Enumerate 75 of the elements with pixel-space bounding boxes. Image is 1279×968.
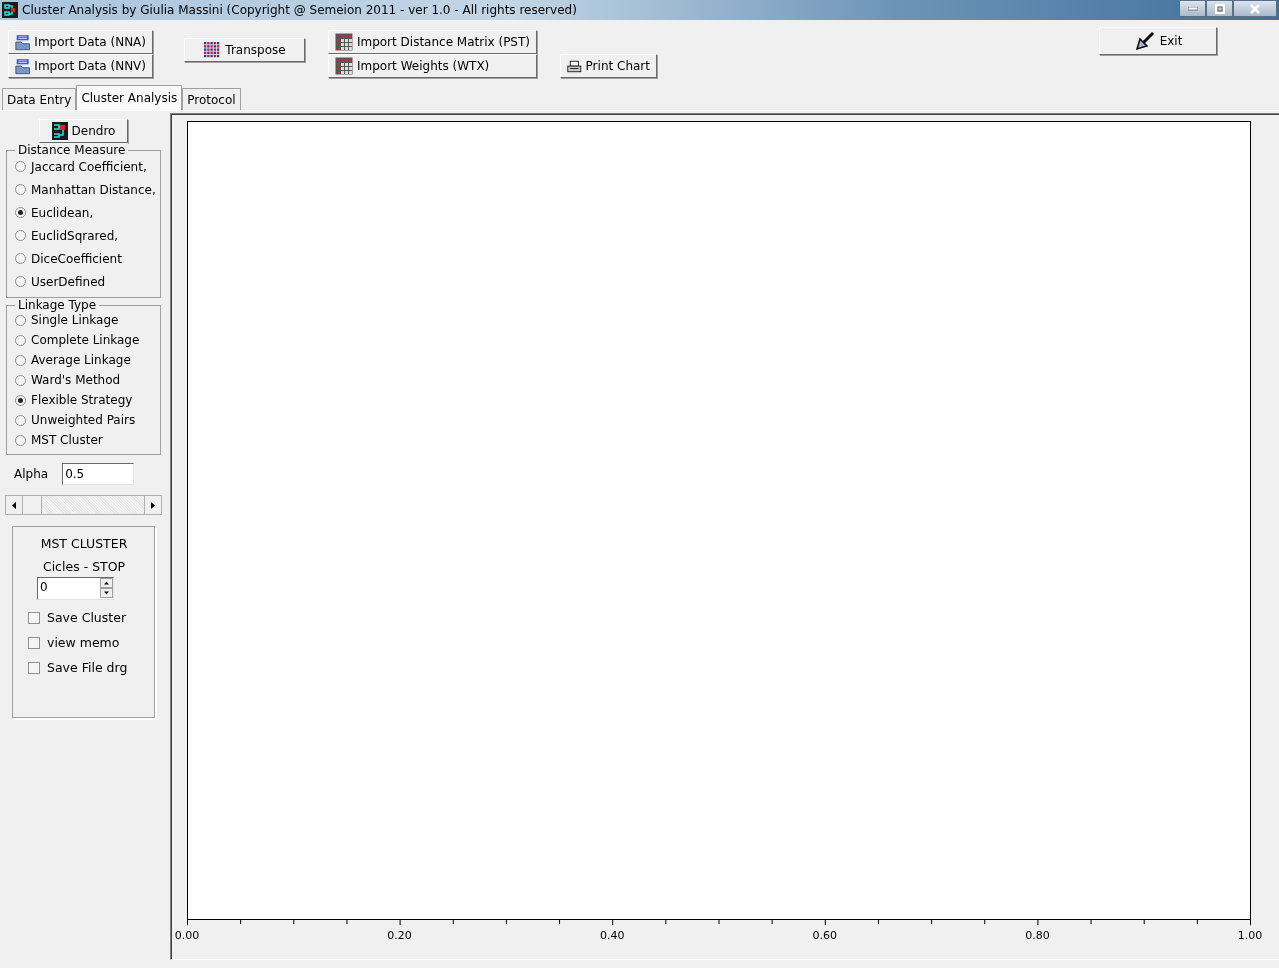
tick-label: 0.40	[599, 929, 625, 942]
tick-label: 0.20	[387, 929, 412, 942]
radio-button[interactable]	[15, 276, 26, 287]
arrow-icon	[1133, 31, 1156, 51]
radio-label: MST Cluster	[31, 433, 103, 447]
radio-button[interactable]	[15, 374, 26, 386]
folder-icon	[15, 33, 31, 51]
radio-button[interactable]	[15, 230, 26, 241]
folder-icon	[15, 57, 31, 75]
tab[interactable]: Data Entry	[2, 88, 77, 110]
alpha-field[interactable]: 0.5	[62, 463, 135, 485]
checkbox[interactable]	[28, 611, 40, 624]
radio-button[interactable]	[15, 354, 26, 366]
tab[interactable]: Protocol	[182, 88, 241, 110]
right-arrow-icon	[151, 501, 155, 509]
radio-label: Ward's Method	[31, 373, 121, 387]
tick-label: 0.60	[812, 929, 838, 942]
dendro-button[interactable]: Dendro	[39, 119, 128, 143]
alpha-label: Alpha	[14, 467, 49, 481]
checkbox[interactable]	[28, 661, 40, 674]
radio-button[interactable]	[15, 394, 26, 406]
close-button[interactable]	[1233, 0, 1277, 17]
cycles-label: Cicles - STOP	[41, 559, 127, 574]
import-button[interactable]: Import Data (NNA)	[8, 30, 153, 54]
radio-label: Manhattan Distance,	[31, 182, 156, 197]
grid-icon	[335, 33, 353, 51]
restore-button[interactable]	[1206, 0, 1233, 17]
radio-label: UserDefined	[31, 274, 106, 289]
panel-title: MST CLUSTER	[39, 536, 129, 551]
group-title: Linkage Type	[15, 298, 100, 312]
grid-icon	[203, 41, 222, 59]
dendrogram-icon	[51, 122, 68, 140]
scroll-thumb[interactable]	[23, 496, 42, 514]
tick-label: 0.80	[1025, 929, 1050, 942]
import-button[interactable]: Import Weights (WTX)	[328, 54, 537, 78]
scrollbar[interactable]	[5, 495, 162, 515]
radio-button[interactable]	[15, 253, 26, 264]
radio-label: Jaccard Coefficient,	[31, 159, 147, 174]
close-icon	[1249, 3, 1261, 14]
radio-button[interactable]	[15, 161, 26, 172]
print-chart-button[interactable]: Print Chart	[560, 54, 657, 78]
checkbox-label: view memo	[47, 635, 120, 650]
minimize-icon	[1187, 6, 1198, 11]
app-icon	[2, 2, 18, 18]
radio-label: Flexible Strategy	[31, 393, 133, 407]
radio-label: DiceCoefficient	[31, 251, 122, 266]
radio-button[interactable]	[15, 434, 26, 446]
radio-button[interactable]	[15, 184, 26, 195]
grid-icon	[335, 57, 353, 75]
checkbox[interactable]	[28, 636, 40, 649]
radio-label: Unweighted Pairs	[31, 413, 136, 427]
import-button[interactable]: Import Data (NNV)	[8, 54, 153, 78]
transpose-button[interactable]: Transpose	[184, 38, 305, 62]
left-arrow-icon	[12, 501, 16, 509]
window-title: Cluster Analysis by Giulia Massini (Copyright @ Semeion 2011 - ver 1.0 - All rights reserved)	[22, 3, 577, 17]
checkbox-label: Save File drg	[47, 660, 128, 675]
radio-button[interactable]	[15, 207, 26, 218]
exit-button[interactable]: Exit	[1099, 27, 1217, 55]
radio-label: Single Linkage	[31, 313, 119, 327]
tick-label: 0.00	[174, 929, 200, 942]
radio-button[interactable]	[15, 334, 26, 346]
tick-label: 1.00	[1237, 929, 1263, 942]
radio-button[interactable]	[15, 414, 26, 426]
import-button[interactable]: Import Distance Matrix (PST)	[328, 30, 537, 54]
tab[interactable]: Cluster Analysis	[76, 85, 183, 110]
cycles-spinner[interactable]: 0	[37, 577, 114, 600]
checkbox-label: Save Cluster	[47, 610, 127, 625]
minimize-button[interactable]	[1179, 0, 1206, 17]
restore-icon	[1214, 3, 1225, 14]
radio-button[interactable]	[15, 314, 26, 326]
radio-label: Complete Linkage	[31, 333, 140, 347]
group-title: Distance Measure	[15, 143, 129, 157]
radio-label: Average Linkage	[31, 353, 131, 367]
radio-label: Euclidean,	[31, 205, 94, 220]
radio-label: EuclidSqrared,	[31, 228, 119, 243]
